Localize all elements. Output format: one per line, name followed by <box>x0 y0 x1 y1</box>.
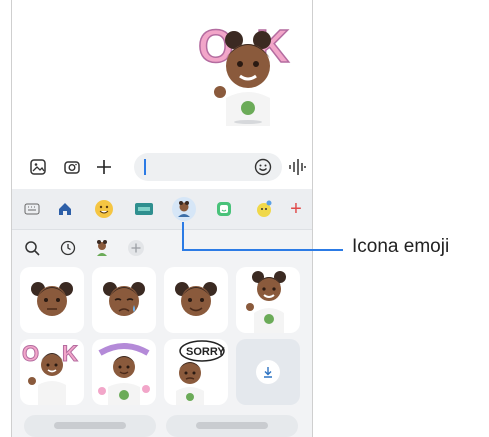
callout-leader-line <box>182 222 343 251</box>
callout-label: Icona emoji <box>352 236 450 257</box>
